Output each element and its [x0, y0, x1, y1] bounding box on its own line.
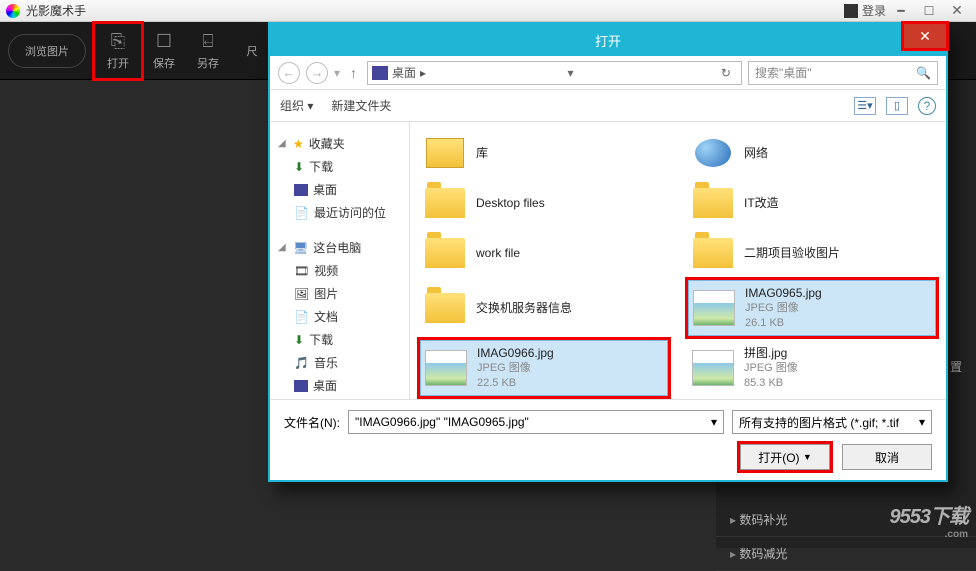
app-title: 光影魔术手 — [26, 2, 86, 19]
digital-reduce-light[interactable]: 数码减光 — [716, 537, 976, 571]
folder-icon — [425, 188, 465, 218]
item-pintu[interactable]: 拼图.jpg JPEG 图像 85.3 KB — [688, 340, 936, 396]
item-it[interactable]: IT改造 — [688, 180, 936, 226]
search-input[interactable]: 搜索"桌面" 🔍 — [748, 61, 938, 85]
tree-downloads[interactable]: ⬇下载 — [276, 155, 403, 178]
tree-downloads2[interactable]: ⬇下载 — [276, 328, 403, 351]
dialog-toolbar: 组织 ▾ 新建文件夹 ☰▾ ▯ ? — [270, 90, 946, 122]
nav-back-button[interactable]: ← — [278, 62, 300, 84]
app-close-button[interactable]: ✕ — [944, 2, 970, 20]
avatar-icon — [844, 4, 858, 18]
nav-forward-button[interactable]: → — [306, 62, 328, 84]
browse-images-button[interactable]: 浏览图片 — [8, 34, 86, 68]
filename-value: "IMAG0966.jpg" "IMAG0965.jpg" — [355, 415, 529, 429]
path-bar[interactable]: 桌面 ▸ ▾ ↻ — [367, 61, 742, 85]
tree-pictures[interactable]: 🖼图片 — [276, 282, 403, 305]
item-switch-info[interactable]: 交换机服务器信息 — [420, 280, 668, 336]
item-phase2[interactable]: 二期项目验收图片 — [688, 230, 936, 276]
new-folder-button[interactable]: 新建文件夹 — [331, 97, 391, 114]
desktop-icon — [372, 66, 388, 80]
folder-tree: ◢★收藏夹 ⬇下载 桌面 📄最近访问的位 ◢🖥这台电脑 🎞视频 🖼图片 📄文档 … — [270, 122, 410, 399]
save-as-button[interactable]: ⍇ 另存 — [186, 25, 230, 77]
tree-videos[interactable]: 🎞视频 — [276, 259, 403, 282]
save-icon: ☐ — [156, 31, 172, 52]
library-icon — [426, 138, 464, 168]
dialog-close-button[interactable]: ✕ — [904, 24, 946, 48]
dialog-open-button[interactable]: 打开(O) ▼ — [740, 444, 830, 470]
chevron-right-icon: ▸ — [420, 66, 426, 80]
folder-icon — [425, 293, 465, 323]
help-icon[interactable]: ? — [918, 97, 936, 115]
save-label: 保存 — [153, 55, 175, 71]
browse-label: 浏览图片 — [25, 43, 69, 59]
dialog-title: 打开 — [595, 31, 621, 50]
save-as-label: 另存 — [197, 55, 219, 71]
preview-pane-button[interactable]: ▯ — [886, 97, 908, 115]
path-refresh[interactable]: ↻ — [715, 66, 737, 80]
login-button[interactable]: 登录 — [844, 2, 886, 19]
path-dropdown[interactable]: ▾ — [561, 66, 579, 80]
app-titlebar: 光影魔术手 登录 ━ ☐ ✕ — [0, 0, 976, 22]
maximize-button[interactable]: ☐ — [916, 2, 942, 20]
path-segment: 桌面 — [392, 64, 416, 81]
watermark: 9553下载 .com — [890, 500, 969, 540]
search-placeholder: 搜索"桌面" — [755, 64, 812, 81]
network-icon — [695, 139, 731, 167]
item-work-file[interactable]: work file — [420, 230, 668, 276]
folder-icon — [693, 188, 733, 218]
tree-this-pc[interactable]: ◢🖥这台电脑 — [276, 236, 403, 259]
dialog-nav: ← → ▾ ↑ 桌面 ▸ ▾ ↻ 搜索"桌面" 🔍 — [270, 56, 946, 90]
open-button[interactable]: ⎘ 打开 — [94, 23, 142, 79]
filename-input[interactable]: "IMAG0966.jpg" "IMAG0965.jpg" ▾ — [348, 410, 724, 434]
tree-favorites[interactable]: ◢★收藏夹 — [276, 132, 403, 155]
view-mode-button[interactable]: ☰▾ — [854, 97, 876, 115]
file-open-dialog: 打开 ✕ ← → ▾ ↑ 桌面 ▸ ▾ ↻ 搜索"桌面" 🔍 组织 ▾ 新建文件… — [268, 22, 948, 482]
search-icon: 🔍 — [916, 66, 931, 80]
image-thumb-icon — [425, 350, 467, 386]
image-thumb-icon — [692, 350, 734, 386]
filter-label: 所有支持的图片格式 (*.gif; *.tif — [739, 414, 899, 431]
open-label: 打开 — [107, 55, 129, 71]
ruler-label: 尺 — [247, 43, 258, 59]
dialog-cancel-button[interactable]: 取消 — [842, 444, 932, 470]
app-logo-icon — [6, 4, 20, 18]
file-list: 库 网络 Desktop files IT改造 work file — [410, 122, 946, 399]
tree-desktop2[interactable]: 桌面 — [276, 374, 403, 397]
filename-label: 文件名(N): — [284, 414, 340, 431]
chevron-down-icon[interactable]: ▾ — [711, 415, 717, 429]
login-label: 登录 — [862, 2, 886, 19]
nav-up-button[interactable]: ↑ — [346, 65, 361, 81]
item-imag0966[interactable]: IMAG0966.jpg JPEG 图像 22.5 KB — [420, 340, 668, 396]
folder-icon — [693, 238, 733, 268]
chevron-down-icon[interactable]: ▾ — [919, 415, 925, 429]
tree-recent[interactable]: 📄最近访问的位 — [276, 201, 403, 224]
tree-music[interactable]: 🎵音乐 — [276, 351, 403, 374]
image-thumb-icon — [693, 290, 735, 326]
tree-documents[interactable]: 📄文档 — [276, 305, 403, 328]
organize-menu[interactable]: 组织 ▾ — [280, 97, 313, 114]
folder-icon — [425, 238, 465, 268]
file-type-filter[interactable]: 所有支持的图片格式 (*.gif; *.tif ▾ — [732, 410, 932, 434]
dialog-bottom: 文件名(N): "IMAG0966.jpg" "IMAG0965.jpg" ▾ … — [270, 399, 946, 480]
open-icon: ⎘ — [111, 31, 125, 52]
save-as-icon: ⍇ — [203, 31, 214, 52]
save-button[interactable]: ☐ 保存 — [142, 25, 186, 77]
item-desktop-files[interactable]: Desktop files — [420, 180, 668, 226]
item-library[interactable]: 库 — [420, 130, 668, 176]
minimize-button[interactable]: ━ — [888, 2, 914, 20]
tree-desktop[interactable]: 桌面 — [276, 178, 403, 201]
dialog-titlebar: 打开 ✕ — [270, 24, 946, 56]
item-imag0965[interactable]: IMAG0965.jpg JPEG 图像 26.1 KB — [688, 280, 936, 336]
nav-history-dropdown[interactable]: ▾ — [334, 66, 340, 80]
item-network[interactable]: 网络 — [688, 130, 936, 176]
